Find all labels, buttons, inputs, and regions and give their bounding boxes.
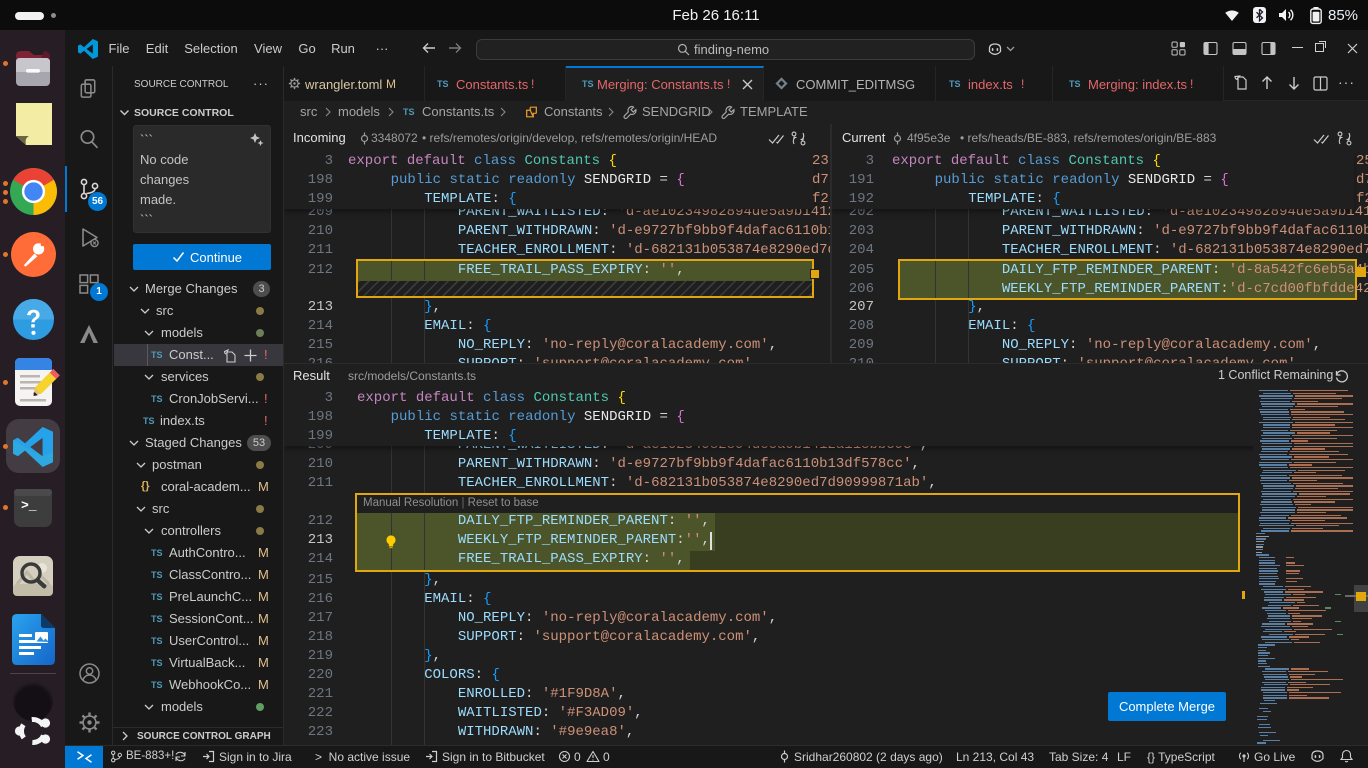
svg-text:?: ?	[26, 307, 41, 334]
svg-text:>_: >_	[21, 498, 37, 513]
